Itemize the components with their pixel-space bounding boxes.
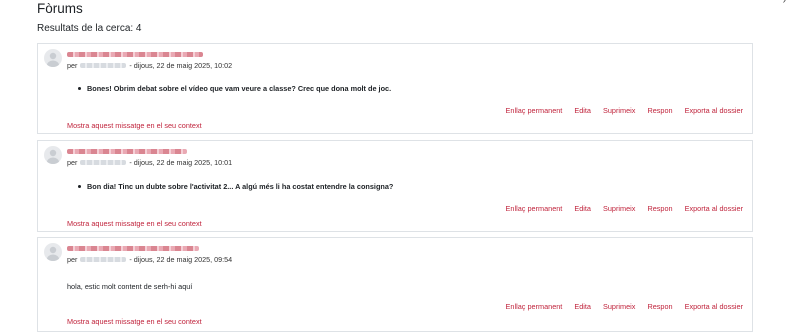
user-silhouette-icon <box>47 52 59 67</box>
by-prefix: per <box>67 61 78 70</box>
permalink-link[interactable]: Enllaç permanent <box>506 302 563 311</box>
by-prefix: per <box>67 158 78 167</box>
avatar <box>44 49 62 67</box>
edit-link[interactable]: Edita <box>574 302 591 311</box>
author-name-link[interactable] <box>80 257 127 262</box>
corner-chevron-icon[interactable]: › <box>783 0 786 6</box>
author-name-link[interactable] <box>80 160 127 165</box>
permalink-link[interactable]: Enllaç permanent <box>506 106 563 115</box>
forum-post: per - dijous, 22 de maig 2025, 10:01 Bon… <box>37 140 753 232</box>
forum-post: per - dijous, 22 de maig 2025, 09:54 hol… <box>37 237 753 332</box>
post-date: - dijous, 22 de maig 2025, 09:54 <box>129 255 233 264</box>
reply-link[interactable]: Respon <box>647 204 672 213</box>
page-title: Fòrums <box>37 1 83 16</box>
permalink-link[interactable]: Enllaç permanent <box>506 204 563 213</box>
post-byline: per - dijous, 22 de maig 2025, 10:01 <box>67 158 232 167</box>
export-portfolio-link[interactable]: Exporta al dossier <box>685 106 743 115</box>
user-silhouette-icon <box>47 246 59 261</box>
post-subject-link[interactable] <box>67 149 187 154</box>
reply-link[interactable]: Respon <box>647 302 672 311</box>
bullet-icon <box>78 87 81 91</box>
edit-link[interactable]: Edita <box>574 106 591 115</box>
post-byline: per - dijous, 22 de maig 2025, 10:02 <box>67 61 232 70</box>
delete-link[interactable]: Suprimeix <box>603 106 635 115</box>
export-portfolio-link[interactable]: Exporta al dossier <box>685 302 743 311</box>
show-in-context-link[interactable]: Mostra aquest missatge en el seu context <box>67 121 202 130</box>
avatar <box>44 146 62 164</box>
bullet-icon <box>78 185 81 189</box>
show-in-context-link[interactable]: Mostra aquest missatge en el seu context <box>67 219 202 228</box>
post-commands: Enllaç permanent Edita Suprimeix Respon … <box>494 302 743 311</box>
post-commands: Enllaç permanent Edita Suprimeix Respon … <box>494 204 743 213</box>
post-subject-link[interactable] <box>67 52 203 57</box>
author-name-link[interactable] <box>80 63 127 68</box>
delete-link[interactable]: Suprimeix <box>603 204 635 213</box>
avatar <box>44 243 62 261</box>
edit-link[interactable]: Edita <box>574 204 591 213</box>
show-in-context-link[interactable]: Mostra aquest missatge en el seu context <box>67 317 202 326</box>
post-date: - dijous, 22 de maig 2025, 10:02 <box>129 61 233 70</box>
reply-link[interactable]: Respon <box>647 106 672 115</box>
post-message: hola, estic molt content de serh-hi aquí <box>67 282 193 291</box>
by-prefix: per <box>67 255 78 264</box>
post-message: Bon dia! Tinc un dubte sobre l'activitat… <box>67 182 393 191</box>
search-results-count: Resultats de la cerca: 4 <box>37 23 142 34</box>
post-commands: Enllaç permanent Edita Suprimeix Respon … <box>494 106 743 115</box>
post-message: Bones! Obrim debat sobre el vídeo que va… <box>67 84 391 93</box>
user-silhouette-icon <box>47 149 59 164</box>
post-subject-link[interactable] <box>67 246 199 251</box>
post-byline: per - dijous, 22 de maig 2025, 09:54 <box>67 255 232 264</box>
post-date: - dijous, 22 de maig 2025, 10:01 <box>129 158 233 167</box>
delete-link[interactable]: Suprimeix <box>603 302 635 311</box>
forum-post: per - dijous, 22 de maig 2025, 10:02 Bon… <box>37 43 753 134</box>
export-portfolio-link[interactable]: Exporta al dossier <box>685 204 743 213</box>
